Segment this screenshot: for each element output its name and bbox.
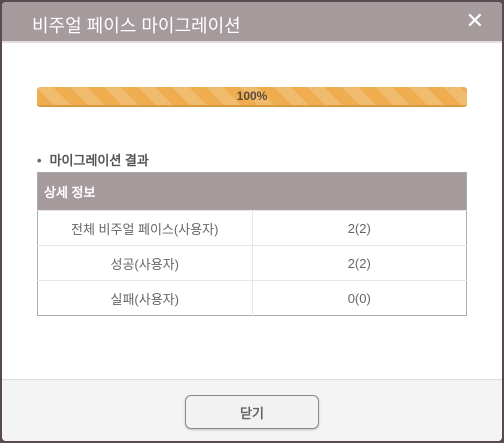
table-header: 상세 정보 xyxy=(37,172,467,211)
dialog-footer: 닫기 xyxy=(2,379,502,441)
dialog-title: 비주얼 페이스 마이그레이션 xyxy=(32,16,241,36)
row-value: 2(2) xyxy=(251,210,467,246)
row-label: 전체 비주얼 페이스(사용자) xyxy=(37,210,252,246)
section-title: 마이그레이션 결과 xyxy=(37,150,149,169)
migration-dialog: 비주얼 페이스 마이그레이션 ✕ 100% 마이그레이션 결과 상세 정보 전체… xyxy=(2,2,502,441)
progress-label: 100% xyxy=(236,89,268,103)
row-value: 2(2) xyxy=(251,245,467,281)
table-row: 성공(사용자) 2(2) xyxy=(37,245,467,281)
table-row: 실패(사용자) 0(0) xyxy=(37,280,467,316)
close-button[interactable]: 닫기 xyxy=(185,395,319,429)
progress-bar: 100% xyxy=(37,87,467,107)
row-label: 성공(사용자) xyxy=(37,245,252,281)
close-icon[interactable]: ✕ xyxy=(466,10,484,32)
dialog-header: 비주얼 페이스 마이그레이션 ✕ xyxy=(2,2,502,43)
result-table: 상세 정보 전체 비주얼 페이스(사용자) 2(2) 성공(사용자) 2(2) 실패… xyxy=(37,172,467,316)
table-row: 전체 비주얼 페이스(사용자) 2(2) xyxy=(37,210,467,246)
row-label: 실패(사용자) xyxy=(37,280,252,316)
row-value: 0(0) xyxy=(251,280,467,316)
